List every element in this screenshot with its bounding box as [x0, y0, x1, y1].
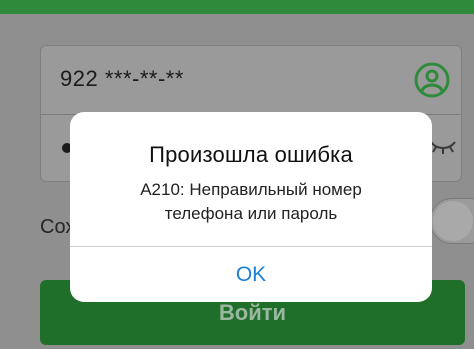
top-bar — [0, 0, 474, 14]
error-alert-dialog: Произошла ошибка A210: Неправильный номе… — [70, 112, 432, 302]
alert-message: A210: Неправильный номер телефона или па… — [110, 178, 392, 226]
alert-message-line-1: A210: Неправильный номер — [140, 180, 362, 199]
phone-field[interactable]: 922 ***-**-** — [60, 66, 184, 92]
user-circle-icon[interactable] — [414, 62, 450, 98]
remember-me-toggle[interactable] — [430, 198, 474, 244]
eye-closed-icon[interactable] — [428, 134, 458, 156]
toggle-knob — [433, 201, 473, 241]
alert-ok-button[interactable]: OK — [70, 247, 432, 302]
alert-title: Произошла ошибка — [149, 142, 353, 167]
alert-message-line-2: телефона или пароль — [164, 204, 338, 223]
